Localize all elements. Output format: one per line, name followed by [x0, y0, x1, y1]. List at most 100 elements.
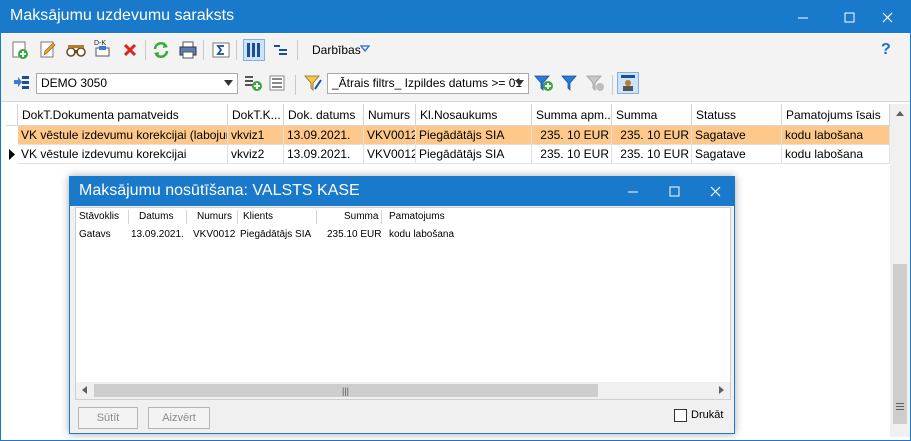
dialog-maximize-button[interactable] [651, 177, 697, 206]
table-cell[interactable]: Piegādātājs SIA [416, 145, 532, 164]
close-dialog-button[interactable]: Aizvērt [148, 407, 210, 429]
list-cell-reason[interactable]: kodu labošana [389, 229, 454, 240]
row-indicator-header [6, 104, 18, 126]
chevron-down-icon [515, 80, 524, 86]
table-cell[interactable]: kodu labošana [782, 126, 890, 145]
table-cell[interactable]: 235. 10 EUR [612, 145, 692, 164]
scroll-grip-icon: ||| [342, 386, 350, 396]
quick-filter-select[interactable]: _Ātrais filtrs_ Izpildes datums >= 01 [327, 73, 529, 94]
table-cell[interactable]: vkviz1 [228, 126, 284, 145]
column-header-doc-date[interactable]: Dok. datums ▲ [284, 104, 364, 126]
delete-icon [123, 43, 137, 57]
filter-clear-icon [586, 75, 604, 91]
send-button[interactable]: Sūtīt [78, 407, 138, 429]
add-company-button[interactable] [243, 73, 263, 93]
columns-toggle-button[interactable] [243, 39, 265, 61]
tree-view-button[interactable] [271, 40, 291, 60]
sum-button[interactable] [211, 40, 231, 60]
help-button[interactable]: ? [881, 41, 891, 59]
list-header-state[interactable]: Stāvoklis [79, 211, 119, 222]
table-cell[interactable]: 235. 10 EUR [612, 126, 692, 145]
table-cell[interactable]: vkviz2 [228, 145, 284, 164]
list-header-separator [316, 210, 317, 224]
list-cell-number[interactable]: VKV0012 [193, 229, 235, 240]
clear-filter-button[interactable] [586, 73, 606, 93]
minimize-icon [797, 17, 808, 18]
table-cell[interactable]: 13.09.2021. [284, 126, 364, 145]
print-button[interactable] [178, 40, 198, 60]
list-header-separator [186, 210, 187, 224]
tree-icon [274, 45, 287, 55]
company-list-button[interactable] [267, 73, 287, 93]
table-cell[interactable]: VKV0012 [364, 126, 416, 145]
table-cell[interactable]: VK vēstule izdevumu korekcijai (labojums… [18, 126, 228, 145]
table-cell[interactable]: 13.09.2021. [284, 145, 364, 164]
list-header-separator [381, 210, 382, 224]
current-row-indicator[interactable] [6, 145, 18, 164]
sum-icon [212, 42, 230, 58]
column-header-reason[interactable]: Pamatojums īsais [782, 104, 890, 126]
list-header-sum[interactable]: Summa [344, 211, 378, 222]
print-checkbox[interactable] [674, 409, 687, 422]
maximize-icon [844, 12, 854, 22]
send-payments-dialog: Maksājumu nosūtīšana: VALSTS KASE Stāvok… [69, 176, 735, 434]
select-company-button[interactable] [12, 73, 32, 93]
quick-filter-value: _Ātrais filtrs_ Izpildes datums >= 01 [332, 76, 523, 90]
refresh-button[interactable] [151, 40, 171, 60]
close-button[interactable] [864, 1, 910, 33]
toolbar-separator [297, 40, 298, 60]
dialog-close-button[interactable] [692, 177, 738, 206]
column-header-client[interactable]: Kl.Nosaukums [416, 104, 532, 126]
column-header-doc-code[interactable]: DokT.K... [228, 104, 284, 126]
actions-menu[interactable]: Darbības [312, 43, 361, 57]
dialog-payment-list: Stāvoklis Datums Numurs Klients Summa Pa… [75, 207, 731, 400]
add-filter-button[interactable] [534, 73, 554, 93]
list-cell-client[interactable]: Piegādātājs SIA [240, 229, 311, 240]
chevron-down-icon [360, 45, 370, 53]
dk-label: D-K [94, 40, 106, 47]
table-cell[interactable]: VKV0012 [364, 145, 416, 164]
title-bar: Maksājumu uzdevumu saraksts [1, 1, 910, 33]
list-header-date[interactable]: Datums [139, 211, 173, 222]
filter-add-icon [534, 75, 553, 91]
list-cell-state[interactable]: Gatavs [79, 229, 111, 240]
refresh-icon [153, 42, 169, 58]
list-cell-sum[interactable]: 235.10 EUR [327, 229, 381, 240]
table-cell[interactable]: kodu labošana [782, 145, 890, 164]
list-header-reason[interactable]: Pamatojums [389, 211, 445, 222]
table-cell[interactable]: Piegādātājs SIA [416, 126, 532, 145]
table-cell[interactable]: 235. 10 EUR [532, 145, 612, 164]
edit-icon [40, 41, 56, 58]
table-cell[interactable]: 235. 10 EUR [532, 126, 612, 145]
list-header-separator [237, 210, 238, 224]
edit-filter-button[interactable] [303, 73, 323, 93]
apply-filter-button[interactable] [560, 73, 580, 93]
print-checkbox-label: Drukāt [691, 409, 724, 421]
company-select[interactable]: DEMO 3050 [36, 73, 238, 94]
row-indicator[interactable] [6, 126, 18, 145]
view-button[interactable] [66, 40, 86, 60]
add-list-icon [245, 76, 262, 91]
dialog-horizontal-scrollbar[interactable]: ||| [76, 382, 730, 399]
list-header-number[interactable]: Numurs [197, 211, 232, 222]
column-header-sum-paid[interactable]: Summa apm... [532, 104, 612, 126]
delete-button[interactable] [120, 40, 140, 60]
list-header-client[interactable]: Klients [243, 211, 273, 222]
table-cell[interactable]: Sagatave [692, 126, 782, 145]
column-header-number[interactable]: Numurs [364, 104, 416, 126]
grid-vertical-scrollbar[interactable] [890, 104, 910, 437]
edit-button[interactable] [38, 40, 58, 60]
scroll-left-icon [82, 386, 87, 394]
column-header-sum[interactable]: Summa [612, 104, 692, 126]
column-header-doc-type[interactable]: DokT.Dokumenta pamatveids [18, 104, 228, 126]
minimize-button[interactable] [780, 1, 826, 33]
filter-user-button[interactable] [617, 72, 639, 94]
dialog-minimize-button[interactable] [610, 177, 656, 206]
debit-credit-button[interactable]: D-K [93, 38, 113, 58]
table-cell[interactable]: Sagatave [692, 145, 782, 164]
list-cell-date[interactable]: 13.09.2021. [131, 229, 184, 240]
column-header-doc-date-label: Dok. datums [288, 108, 356, 122]
column-header-status[interactable]: Statuss [692, 104, 782, 126]
table-cell[interactable]: VK vēstule izdevumu korekcijai [18, 145, 228, 164]
add-button[interactable] [10, 40, 30, 60]
